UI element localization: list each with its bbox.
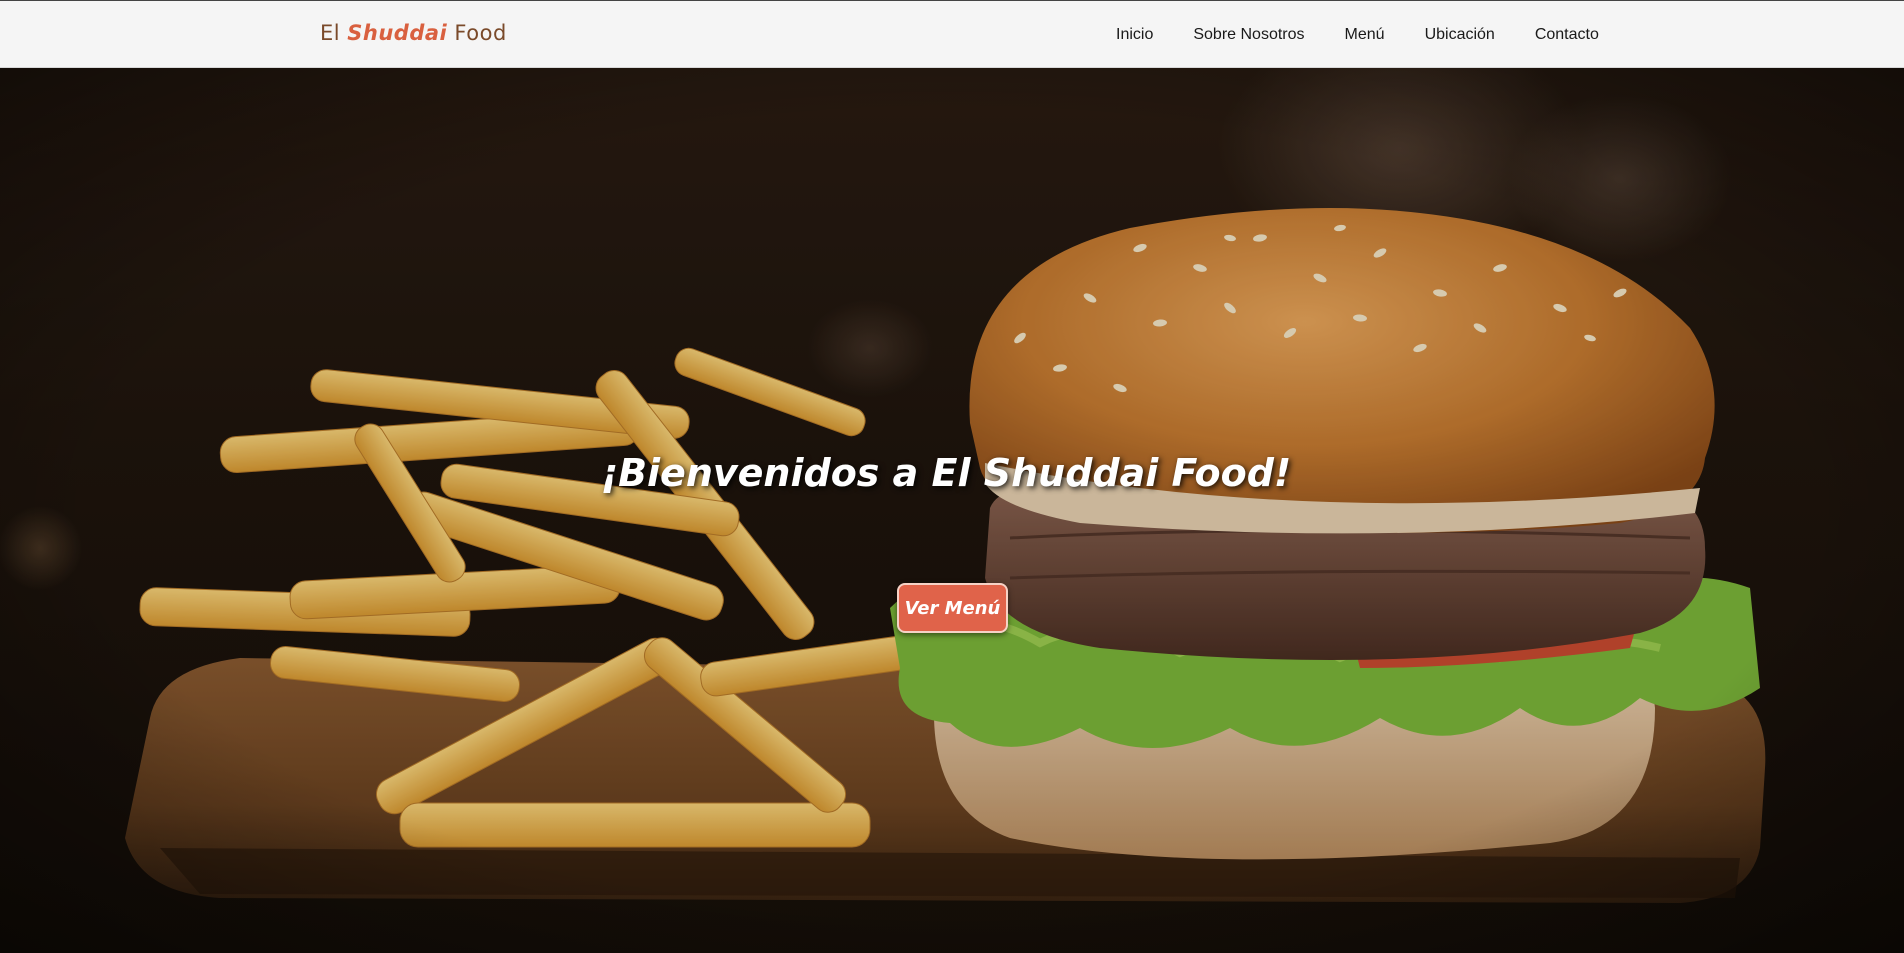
nav-link-menu[interactable]: Menú: [1345, 26, 1385, 44]
logo-prefix: El: [320, 21, 348, 45]
logo-suffix: Food: [447, 21, 507, 45]
navbar: El Shuddai Food Inicio Sobre Nosotros Me…: [0, 0, 1904, 68]
ver-menu-button[interactable]: Ver Menú: [897, 583, 1008, 633]
hero-section: ¡Bienvenidos a El Shuddai Food! Ver Menú: [0, 68, 1904, 953]
site-logo[interactable]: El Shuddai Food: [320, 21, 507, 45]
hero-title: ¡Bienvenidos a El Shuddai Food!: [600, 451, 1292, 495]
nav-link-sobre-nosotros[interactable]: Sobre Nosotros: [1193, 26, 1304, 44]
nav-link-contacto[interactable]: Contacto: [1535, 26, 1599, 44]
nav-link-inicio[interactable]: Inicio: [1116, 26, 1153, 44]
hero-background-image: [0, 68, 1904, 953]
nav-link-ubicacion[interactable]: Ubicación: [1425, 26, 1495, 44]
logo-accent: Shuddai: [347, 21, 448, 45]
main-nav: Inicio Sobre Nosotros Menú Ubicación Con…: [1116, 26, 1599, 44]
